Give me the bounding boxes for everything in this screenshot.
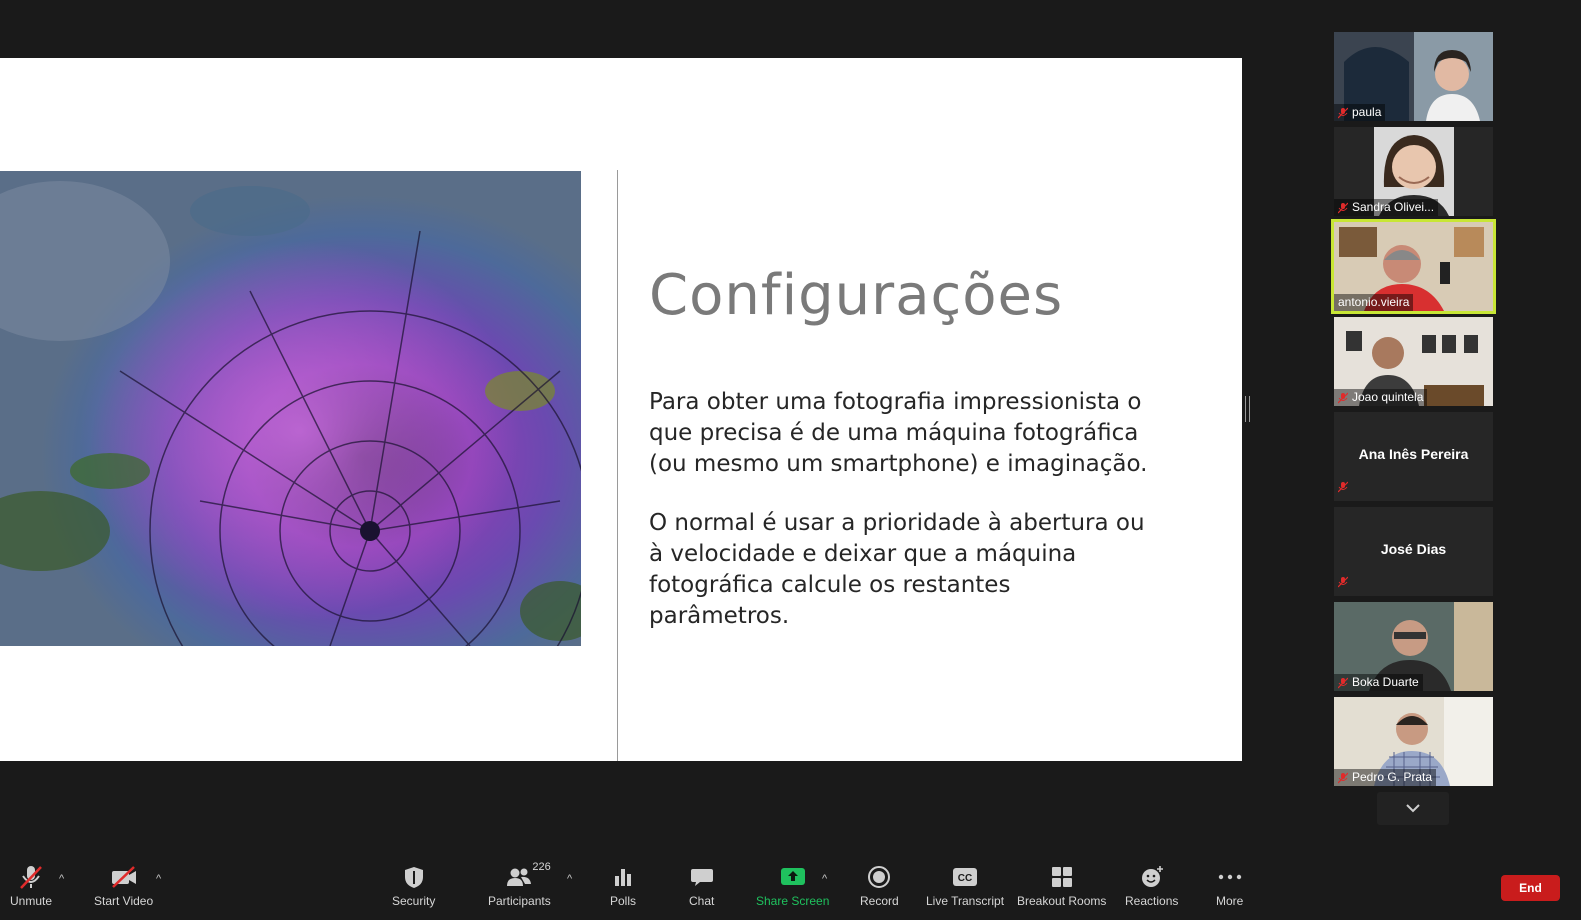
live-transcript-button[interactable]: CC Live Transcript: [926, 862, 1004, 908]
participant-name-label: paula: [1334, 104, 1386, 121]
audio-options-caret-icon[interactable]: ^: [59, 873, 64, 885]
participant-name: Pedro G. Prata: [1352, 770, 1433, 784]
more-button[interactable]: More: [1216, 862, 1243, 908]
participants-count: 226: [532, 861, 551, 873]
participant-name-label: Boka Duarte: [1334, 674, 1423, 691]
video-off-icon: [111, 866, 136, 888]
share-options-caret-icon[interactable]: ^: [822, 873, 827, 885]
participant-tile-no-video[interactable]: Ana Inês Pereira: [1334, 412, 1493, 501]
security-button[interactable]: Security: [392, 862, 435, 908]
muted-mic-icon: [20, 866, 42, 889]
muted-mic-icon: [1338, 202, 1348, 213]
start-video-button[interactable]: Start Video: [94, 862, 153, 908]
participant-name-label: antonio.vieira: [1334, 294, 1414, 311]
polls-button[interactable]: Polls: [610, 862, 636, 908]
participant-tile[interactable]: Sandra Olivei...: [1334, 127, 1493, 216]
participant-name: Sandra Olivei...: [1352, 200, 1435, 214]
video-options-caret-icon[interactable]: ^: [156, 873, 161, 885]
participant-name-label: Joao quintela: [1334, 389, 1428, 406]
participants-options-caret-icon[interactable]: ^: [567, 873, 572, 885]
closed-captions-icon: CC: [953, 868, 978, 886]
end-meeting-button[interactable]: End: [1501, 875, 1560, 901]
breakout-rooms-label: Breakout Rooms: [1017, 894, 1107, 908]
chevron-down-icon: [1406, 804, 1420, 813]
record-icon: [868, 866, 891, 888]
participant-name: paula: [1352, 105, 1382, 119]
reactions-button[interactable]: Reactions: [1125, 862, 1178, 908]
live-transcript-label: Live Transcript: [926, 894, 1005, 908]
participant-tile[interactable]: Boka Duarte: [1334, 602, 1493, 691]
muted-mic-icon: [1338, 677, 1348, 688]
muted-mic-icon: [1338, 107, 1348, 118]
shield-icon: [404, 867, 423, 888]
record-label: Record: [860, 894, 899, 908]
breakout-rooms-button[interactable]: Breakout Rooms: [1017, 862, 1106, 908]
slide-paragraph-1: Para obter uma fotografia impressionista…: [649, 389, 1148, 477]
more-label: More: [1216, 894, 1244, 908]
security-label: Security: [392, 894, 436, 908]
polls-icon: [615, 869, 631, 886]
svg-text:CC: CC: [958, 873, 972, 884]
gallery-scroll-down-button[interactable]: [1377, 792, 1449, 825]
breakout-rooms-icon: [1051, 867, 1072, 887]
share-screen-button[interactable]: Share Screen: [756, 862, 829, 908]
more-dots-icon: [1218, 874, 1241, 880]
split-resize-handle[interactable]: [1245, 396, 1250, 422]
polls-label: Polls: [610, 894, 637, 908]
share-screen-icon: [780, 868, 805, 885]
shared-screen-slide: Configurações Para obter uma fotografia …: [0, 58, 1242, 761]
muted-mic-icon: [1338, 772, 1348, 783]
muted-mic-icon: [1337, 481, 1349, 493]
participant-name: antonio.vieira: [1338, 295, 1410, 309]
participant-tile[interactable]: paula: [1334, 32, 1493, 121]
share-screen-label: Share Screen: [756, 894, 830, 908]
record-button[interactable]: Record: [860, 862, 899, 908]
participant-name-label: Pedro G. Prata: [1334, 769, 1437, 786]
participant-name: Ana Inês Pereira: [1358, 446, 1469, 462]
muted-mic-icon: [1337, 576, 1349, 588]
participant-tile[interactable]: Joao quintela: [1334, 317, 1493, 406]
reactions-label: Reactions: [1125, 894, 1179, 908]
unmute-button[interactable]: Unmute: [10, 862, 52, 908]
participant-tile-no-video[interactable]: José Dias: [1334, 507, 1493, 596]
meeting-toolbar: Unmute ^ Start Video ^ Security 226 Part…: [0, 857, 1581, 920]
slide-photo-impressionist: [0, 171, 581, 646]
participant-name: Joao quintela: [1352, 390, 1424, 404]
participant-name-label: Sandra Olivei...: [1334, 199, 1439, 216]
unmute-label: Unmute: [10, 894, 53, 908]
muted-mic-icon: [1338, 392, 1348, 403]
chat-button[interactable]: Chat: [689, 862, 714, 908]
participants-icon: [507, 868, 532, 886]
slide-title: Configurações: [649, 263, 1064, 328]
participant-name: Boka Duarte: [1352, 675, 1419, 689]
chat-label: Chat: [689, 894, 715, 908]
participant-tile[interactable]: Pedro G. Prata: [1334, 697, 1493, 786]
start-video-label: Start Video: [94, 894, 154, 908]
participants-label: Participants: [488, 894, 551, 908]
slide-divider: [617, 170, 618, 761]
participant-name: José Dias: [1380, 541, 1447, 557]
chat-icon: [690, 869, 713, 886]
slide-paragraph-2: O normal é usar a prioridade à abertura …: [649, 510, 1145, 629]
participants-button[interactable]: 226 Participants: [488, 861, 551, 908]
reactions-smiley-icon: [1141, 866, 1163, 887]
participant-tile-active-speaker[interactable]: antonio.vieira: [1331, 219, 1496, 314]
